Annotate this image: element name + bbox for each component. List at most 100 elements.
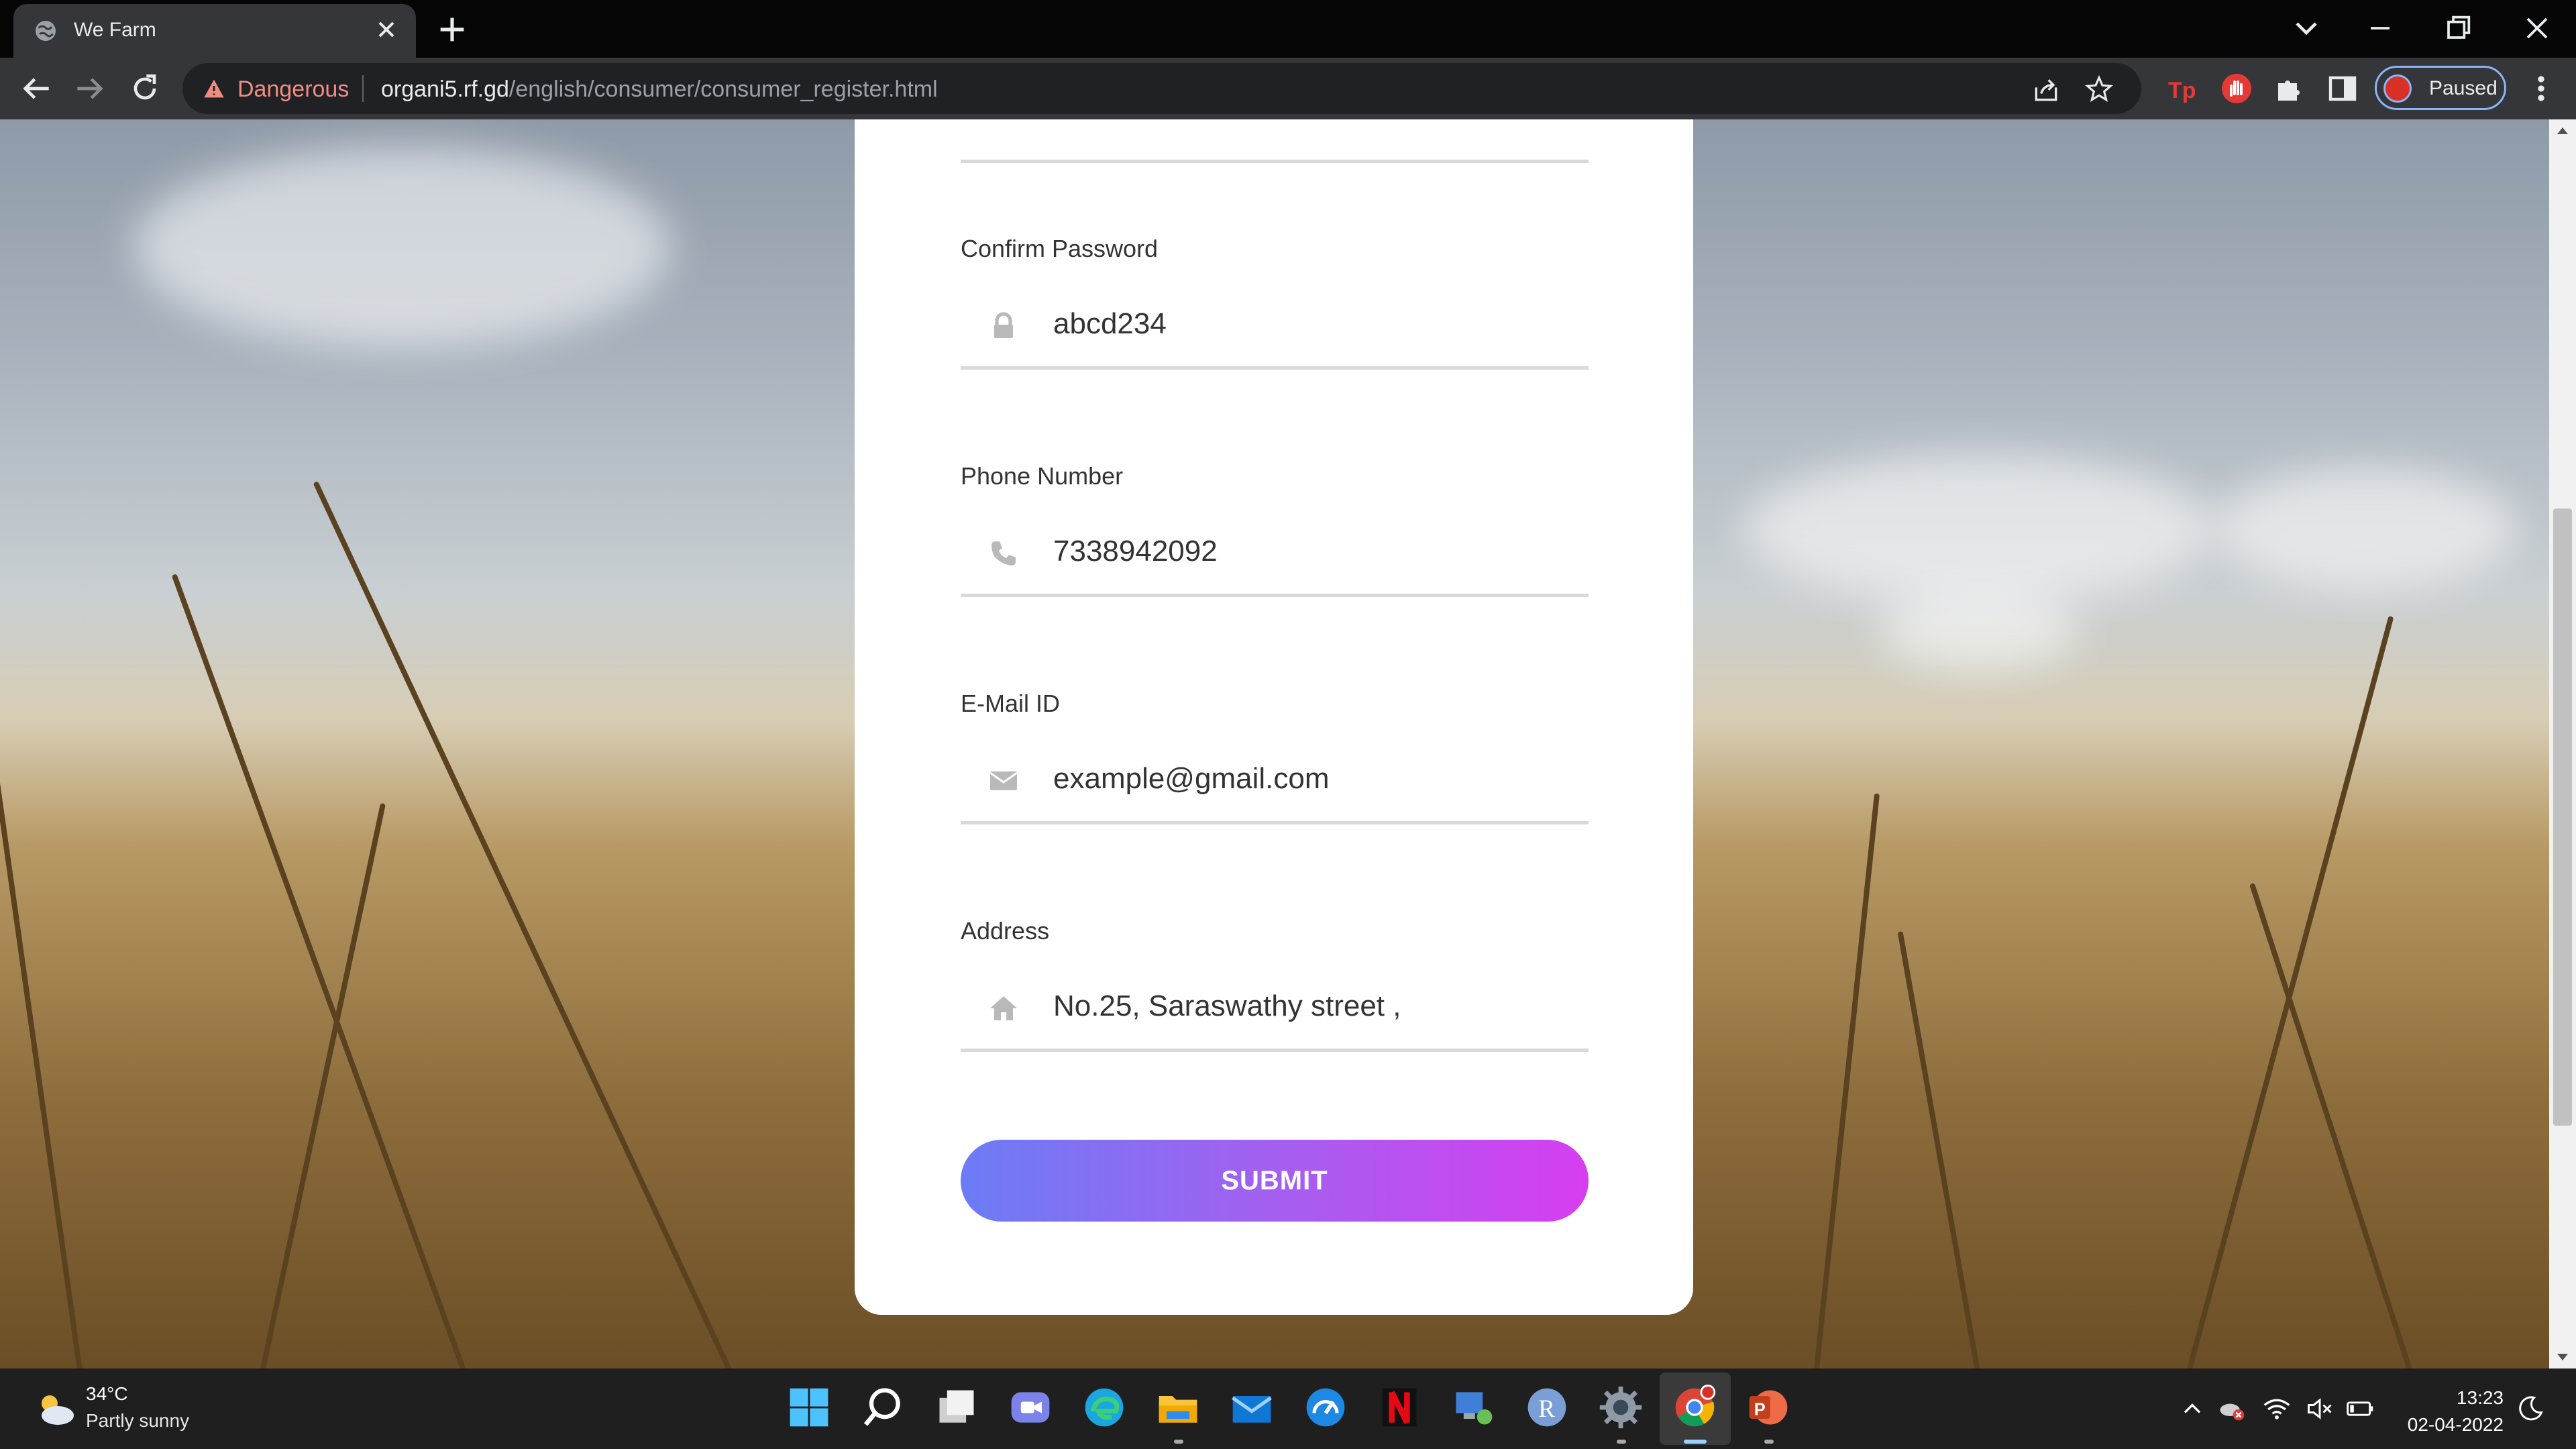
netflix-icon[interactable]	[1377, 1385, 1422, 1430]
url-host: organi5.rf.gd	[381, 76, 509, 102]
running-indicator	[1174, 1440, 1183, 1444]
running-indicator	[1617, 1440, 1626, 1444]
settings-gear-icon[interactable]	[1598, 1385, 1644, 1430]
submit-button[interactable]: SUBMIT	[961, 1140, 1589, 1222]
address-field: Address No.25, Saraswathy street ,	[961, 917, 1589, 1118]
task-view-icon[interactable]	[934, 1385, 979, 1430]
clock-date: 02-04-2022	[2407, 1414, 2504, 1435]
security-label[interactable]: Dangerous	[237, 76, 349, 103]
confirm-password-input[interactable]: abcd234	[1053, 307, 1167, 341]
background-cloud	[1878, 589, 2080, 669]
windows-taskbar: 34°C Partly sunny R P 13:23 02-04-2022	[0, 1368, 2576, 1449]
confirm-password-field: Confirm Password abcd234	[961, 235, 1589, 436]
side-panel-icon[interactable]	[2326, 72, 2359, 105]
field-underline	[961, 594, 1589, 597]
search-icon[interactable]	[860, 1385, 906, 1430]
edge-browser-icon[interactable]	[1081, 1385, 1127, 1430]
r-app-icon[interactable]: R	[1524, 1385, 1570, 1430]
background-cloud	[2214, 468, 2516, 589]
weather-temperature[interactable]: 34°C	[86, 1383, 128, 1405]
profile-status-label: Paused	[2429, 77, 2498, 99]
tab-close-icon[interactable]	[370, 13, 402, 46]
windows-start-icon[interactable]	[786, 1385, 832, 1430]
show-hidden-icons-chevron-icon[interactable]	[2178, 1394, 2207, 1424]
scroll-down-arrow-icon[interactable]	[2557, 1354, 2568, 1360]
weather-condition[interactable]: Partly sunny	[86, 1410, 189, 1432]
phone-icon	[991, 541, 1016, 566]
page-background: Confirm Password abcd234 Phone Number 73…	[0, 119, 2549, 1368]
wheat-stalk	[255, 802, 386, 1368]
email-field: E-Mail ID example@gmail.com	[961, 690, 1589, 891]
chrome-icon[interactable]	[1672, 1385, 1717, 1430]
wheat-stalk	[313, 480, 743, 1368]
mail-icon[interactable]	[1229, 1385, 1275, 1430]
browser-toolbar: Dangerous organi5.rf.gd/english/consumer…	[0, 58, 2576, 119]
previous-field-underline	[961, 160, 1589, 163]
scroll-up-arrow-icon[interactable]	[2557, 127, 2568, 134]
profile-avatar	[2383, 74, 2412, 103]
email-input[interactable]: example@gmail.com	[1053, 762, 1329, 796]
field-underline	[961, 821, 1589, 824]
phone-number-field: Phone Number 7338942092	[961, 462, 1589, 663]
file-explorer-icon[interactable]	[1155, 1385, 1201, 1430]
cloud-sync-error-icon[interactable]	[2216, 1394, 2246, 1424]
battery-icon[interactable]	[2345, 1394, 2375, 1424]
speedtest-icon[interactable]	[1303, 1385, 1348, 1430]
home-icon	[990, 996, 1017, 1020]
tp-extension-icon[interactable]: Tp	[2165, 72, 2198, 105]
address-separator	[362, 75, 364, 102]
url-path: /english/consumer/consumer_register.html	[508, 76, 938, 102]
wheat-stalk	[2249, 882, 2420, 1368]
bookmark-star-icon[interactable]	[2084, 74, 2114, 105]
field-underline	[961, 366, 1589, 370]
partly-sunny-icon[interactable]	[34, 1390, 76, 1428]
background-cloud	[1744, 455, 2214, 602]
window-close-icon[interactable]	[2518, 9, 2556, 47]
volume-muted-icon[interactable]	[2305, 1394, 2334, 1424]
tab-title: We Farm	[74, 19, 156, 41]
reload-icon[interactable]	[126, 70, 164, 107]
svg-text:P: P	[1754, 1400, 1766, 1419]
remote-desktop-icon[interactable]	[1450, 1385, 1496, 1430]
browser-tab[interactable]: We Farm	[13, 4, 416, 58]
taskbar-clock[interactable]: 13:23 02-04-2022	[2388, 1385, 2504, 1438]
wheat-stalk	[0, 596, 86, 1368]
restore-icon[interactable]	[2439, 9, 2477, 47]
active-indicator	[1684, 1440, 1707, 1444]
minimize-icon[interactable]	[2361, 9, 2399, 47]
focus-moon-icon[interactable]	[2516, 1394, 2545, 1424]
wifi-icon[interactable]	[2262, 1394, 2292, 1424]
url-text[interactable]: organi5.rf.gd/english/consumer/consumer_…	[381, 76, 938, 103]
tab-search-chevron-icon[interactable]	[2288, 9, 2325, 47]
field-label: Confirm Password	[961, 235, 1159, 262]
field-underline	[961, 1049, 1589, 1052]
lock-icon	[994, 312, 1013, 338]
register-form-card: Confirm Password abcd234 Phone Number 73…	[855, 119, 1693, 1315]
address-bar[interactable]: Dangerous organi5.rf.gd/english/consumer…	[182, 63, 2141, 114]
field-label: Phone Number	[961, 462, 1124, 490]
field-label: E-Mail ID	[961, 690, 1061, 717]
wheat-stalk	[1811, 793, 1880, 1368]
new-tab-icon[interactable]	[435, 12, 470, 47]
svg-text:R: R	[1538, 1395, 1555, 1422]
teams-chat-icon[interactable]	[1008, 1385, 1053, 1430]
forward-arrow-icon[interactable]	[71, 70, 109, 107]
profile-paused-button[interactable]: Paused	[2375, 66, 2506, 110]
share-icon[interactable]	[2031, 75, 2061, 105]
svg-text:Tp: Tp	[2168, 78, 2196, 103]
hand-extension-icon[interactable]	[2220, 72, 2253, 105]
running-indicator	[1764, 1440, 1774, 1444]
phone-number-input[interactable]: 7338942092	[1053, 535, 1218, 568]
browser-titlebar: We Farm	[0, 0, 2576, 58]
envelope-icon	[989, 771, 1018, 790]
page-scrollbar[interactable]	[2549, 119, 2576, 1368]
extensions-puzzle-icon[interactable]	[2273, 72, 2305, 105]
browser-menu-icon[interactable]	[2526, 70, 2556, 107]
address-input[interactable]: No.25, Saraswathy street ,	[1053, 989, 1401, 1023]
back-arrow-icon[interactable]	[17, 70, 55, 107]
warning-icon[interactable]	[203, 78, 225, 99]
scrollbar-thumb[interactable]	[2553, 508, 2572, 1126]
wheat-stalk	[1897, 930, 1984, 1368]
globe-icon	[36, 21, 56, 41]
powerpoint-icon[interactable]: P	[1746, 1385, 1791, 1430]
